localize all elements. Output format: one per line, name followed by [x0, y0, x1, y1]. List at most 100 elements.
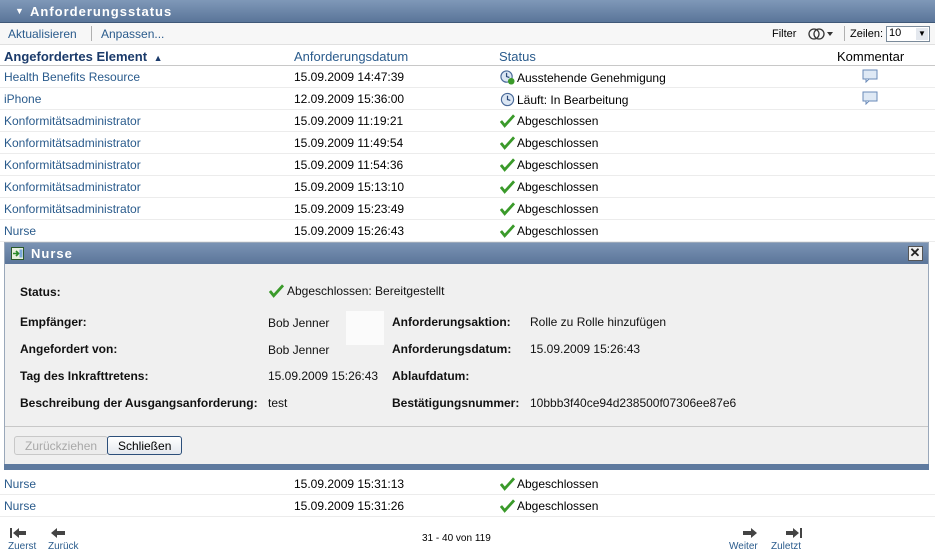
row-status: Ausstehende Genehmigung	[500, 70, 666, 85]
row-element-link[interactable]: Konformitätsadministrator	[4, 158, 141, 172]
row-status: Abgeschlossen	[500, 114, 598, 128]
check-icon	[500, 158, 515, 172]
confirmation-number-value: 10bbb3f40ce94d238500f07306ee87e6	[530, 396, 737, 410]
collapse-triangle-icon[interactable]: ▼	[15, 6, 25, 16]
table-row-selected: Nurse 15.09.2009 15:26:43 Abgeschlossen	[0, 220, 935, 242]
requested-by-label: Angefordert von:	[20, 342, 118, 356]
sort-ascending-icon: ▲	[153, 53, 163, 63]
row-element-link[interactable]: iPhone	[4, 92, 41, 106]
table-row: Konformitätsadministrator 15.09.2009 15:…	[0, 198, 935, 220]
row-status-text: Abgeschlossen	[517, 180, 599, 194]
filter-icon[interactable]	[806, 26, 836, 42]
panel-title: Anforderungsstatus	[30, 4, 173, 19]
table-row: Konformitätsadministrator 15.09.2009 15:…	[0, 176, 935, 198]
table-row: Nurse 15.09.2009 15:31:13 Abgeschlossen	[0, 473, 935, 495]
effective-date-label: Tag des Inkrafttretens:	[20, 369, 149, 383]
back-arrow-icon[interactable]	[49, 527, 67, 539]
row-status: Abgeschlossen	[500, 158, 598, 172]
row-element-link[interactable]: Health Benefits Resource	[4, 70, 140, 84]
panel-title-bar: ▼ Anforderungsstatus	[0, 0, 935, 23]
table-row: Konformitätsadministrator 15.09.2009 11:…	[0, 132, 935, 154]
request-date-value: 15.09.2009 15:26:43	[530, 342, 641, 356]
clock-icon	[500, 92, 515, 107]
close-button[interactable]: Schließen	[107, 436, 183, 455]
row-date: 15.09.2009 14:47:39	[294, 70, 405, 84]
row-element-link[interactable]: Konformitätsadministrator	[4, 180, 141, 194]
request-action-value: Rolle zu Rolle hinzufügen	[530, 315, 667, 329]
request-action-label: Anforderungsaktion:	[392, 315, 511, 329]
requested-by-value: Bob Jenner	[268, 343, 330, 357]
request-detail-icon	[11, 247, 24, 260]
pending-approval-icon	[500, 70, 515, 85]
row-date: 15.09.2009 15:23:49	[294, 202, 405, 216]
table-row: Nurse 15.09.2009 15:31:26 Abgeschlossen	[0, 495, 935, 517]
first-page-link[interactable]: Zuerst	[8, 541, 36, 550]
toolbar-separator	[844, 26, 845, 41]
last-page-link[interactable]: Zuletzt	[771, 541, 801, 550]
last-page-icon[interactable]	[785, 527, 803, 539]
rows-per-page-value: 10	[889, 27, 902, 39]
confirmation-number-label: Bestätigungsnummer:	[392, 396, 520, 410]
recipient-label: Empfänger:	[20, 315, 87, 329]
withdraw-button[interactable]: Zurückziehen	[14, 436, 109, 455]
comment-icon[interactable]	[862, 69, 878, 83]
check-icon	[500, 202, 515, 216]
rows-per-page-select[interactable]: 10 ▼	[886, 26, 930, 42]
toolbar-separator	[91, 26, 92, 41]
column-header-status[interactable]: Status	[499, 49, 536, 64]
check-icon	[500, 136, 515, 150]
row-element-link[interactable]: Nurse	[4, 477, 36, 491]
row-status: Abgeschlossen	[500, 499, 598, 513]
row-date: 15.09.2009 15:26:43	[294, 224, 405, 238]
row-element-link[interactable]: Nurse	[4, 499, 36, 513]
row-date: 15.09.2009 15:31:13	[294, 477, 405, 491]
row-status: Läuft: In Bearbeitung	[500, 92, 628, 107]
row-status-text: Ausstehende Genehmigung	[517, 70, 666, 85]
effective-date-value: 15.09.2009 15:26:43	[268, 369, 379, 383]
detail-title: Nurse	[31, 246, 73, 261]
row-status-text: Abgeschlossen	[517, 202, 599, 216]
close-icon[interactable]: ✕	[908, 246, 923, 261]
column-header-element[interactable]: Angefordertes Element ▲	[4, 49, 163, 64]
detail-header: Nurse ✕	[5, 243, 928, 264]
row-status: Abgeschlossen	[500, 224, 598, 238]
check-icon	[500, 180, 515, 194]
chevron-down-icon: ▼	[916, 28, 928, 40]
first-page-icon[interactable]	[9, 527, 27, 539]
previous-page-link[interactable]: Zurück	[48, 541, 79, 550]
status-label: Status:	[20, 285, 61, 299]
row-element-link[interactable]: Konformitätsadministrator	[4, 136, 141, 150]
status-value-text: Abgeschlossen: Bereitgestellt	[287, 284, 445, 298]
customize-link[interactable]: Anpassen...	[101, 27, 164, 41]
refresh-link[interactable]: Aktualisieren	[8, 27, 77, 41]
row-date: 15.09.2009 11:54:36	[294, 158, 404, 172]
column-header-comment: Kommentar	[837, 49, 905, 64]
row-date: 12.09.2009 15:36:00	[294, 92, 405, 106]
column-header-date[interactable]: Anforderungsdatum	[294, 49, 408, 64]
row-status-text: Abgeschlossen	[517, 136, 599, 150]
next-page-link[interactable]: Weiter	[729, 541, 758, 550]
row-element-link[interactable]: Konformitätsadministrator	[4, 202, 141, 216]
check-icon	[269, 284, 284, 298]
row-element-link[interactable]: Konformitätsadministrator	[4, 114, 141, 128]
check-icon	[500, 114, 515, 128]
check-icon	[500, 499, 515, 513]
row-status-text: Abgeschlossen	[517, 224, 599, 238]
row-date: 15.09.2009 11:19:21	[294, 114, 404, 128]
row-status-text: Abgeschlossen	[517, 158, 599, 172]
check-icon	[500, 224, 515, 238]
row-status: Abgeschlossen	[500, 180, 598, 194]
next-arrow-icon[interactable]	[741, 527, 759, 539]
row-status: Abgeschlossen	[500, 477, 598, 491]
table-row: Health Benefits Resource 15.09.2009 14:4…	[0, 66, 935, 88]
description-label: Beschreibung der Ausgangsanforderung:	[20, 396, 258, 410]
row-element-link[interactable]: Nurse	[4, 224, 36, 238]
check-icon	[500, 477, 515, 491]
detail-bottom-bar	[4, 464, 929, 470]
table-row: iPhone 12.09.2009 15:36:00 Läuft: In Bea…	[0, 88, 935, 110]
table-row: Konformitätsadministrator 15.09.2009 11:…	[0, 110, 935, 132]
row-status-text: Abgeschlossen	[517, 114, 599, 128]
row-status: Abgeschlossen	[500, 202, 598, 216]
comment-icon[interactable]	[862, 91, 878, 105]
recipient-value: Bob Jenner	[268, 316, 330, 330]
